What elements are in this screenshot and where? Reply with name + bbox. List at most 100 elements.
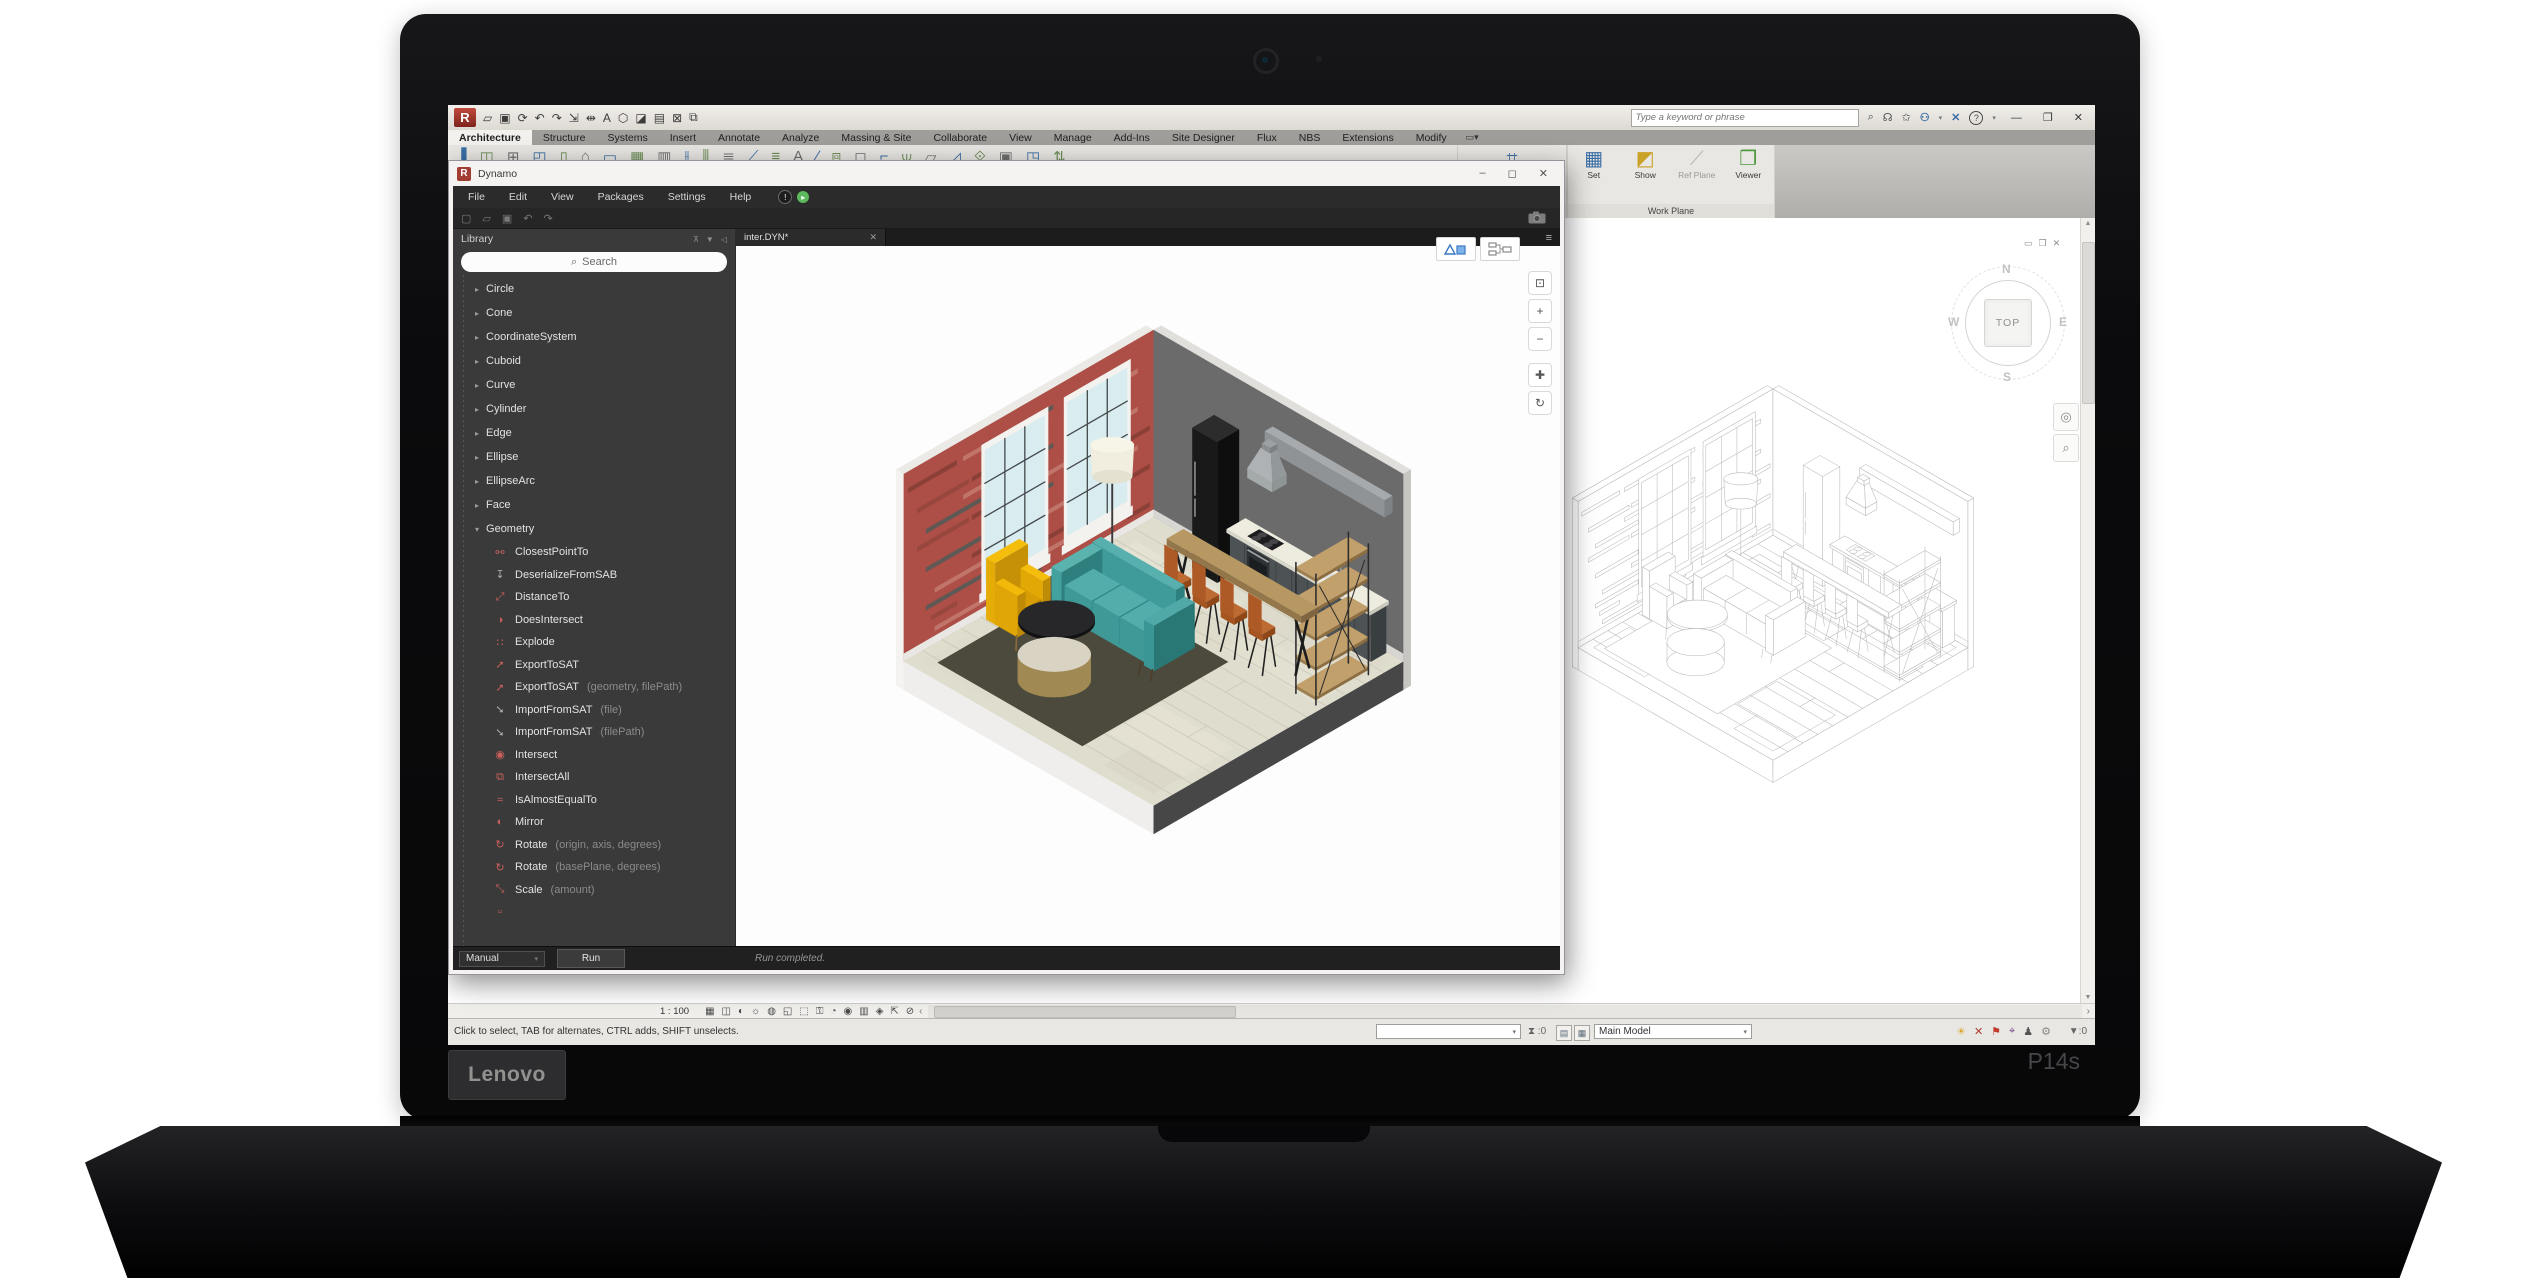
fit-view-button[interactable]: ⊡: [1528, 271, 1552, 295]
exchange-apps-icon[interactable]: ✕: [1951, 111, 1960, 124]
library-method-deserializefromsab[interactable]: ↧DeserializeFromSAB: [453, 564, 735, 587]
dynamo-canvas[interactable]: inter.DYN* ✕ ≡: [736, 229, 1560, 946]
export-image-camera-icon[interactable]: [1528, 211, 1546, 224]
graph-view-toggle[interactable]: [1480, 237, 1520, 261]
orbit-button[interactable]: ↻: [1528, 391, 1552, 415]
menu-view[interactable]: View: [540, 191, 585, 203]
scroll-up-icon[interactable]: ▲: [2081, 220, 2095, 227]
temporary-view-icon[interactable]: ◈: [876, 1006, 884, 1017]
ribbon-tab-analyze[interactable]: Analyze: [771, 130, 830, 145]
ribbon-state-icon[interactable]: ▭▾: [1466, 130, 1479, 145]
library-method-distanceto[interactable]: ⤢DistanceTo: [453, 586, 735, 609]
open-icon[interactable]: ▱: [483, 111, 492, 125]
crop-view-icon[interactable]: ◱: [783, 1006, 792, 1017]
library-method-mirror[interactable]: ◐Mirror: [453, 811, 735, 834]
workspace-tab[interactable]: inter.DYN* ✕: [736, 229, 886, 246]
ribbon-tab-structure[interactable]: Structure: [532, 130, 597, 145]
thin-lines-icon[interactable]: ▤: [654, 111, 665, 125]
library-category-ellipsearc[interactable]: ▸EllipseArc: [453, 469, 735, 493]
active-workset-icon[interactable]: ▤: [1556, 1025, 1572, 1041]
library-filter-icon[interactable]: ▼: [706, 235, 714, 244]
library-method-rotate[interactable]: ↻Rotate(origin, axis, degrees): [453, 834, 735, 857]
viewcube-top-face[interactable]: TOP: [1984, 299, 2032, 347]
render-icon[interactable]: ◍: [767, 1006, 776, 1017]
section-icon[interactable]: ◪: [635, 111, 646, 125]
steering-wheel-icon[interactable]: ◎: [2053, 403, 2079, 431]
menu-settings[interactable]: Settings: [657, 191, 717, 203]
dynamo-titlebar[interactable]: R Dynamo – ◻ ✕: [453, 161, 1560, 186]
menu-file[interactable]: File: [457, 191, 496, 203]
ribbon-tab-nbs[interactable]: NBS: [1288, 130, 1332, 145]
switch-windows-icon[interactable]: ⧉: [689, 110, 698, 125]
close-button[interactable]: ✕: [2068, 111, 2089, 124]
library-method-scale[interactable]: ⤡Scale(amount): [453, 879, 735, 902]
scroll-right-icon[interactable]: ›: [2082, 1006, 2095, 1017]
worksets-icon[interactable]: ☀: [1956, 1025, 1966, 1038]
restore-button[interactable]: ❐: [2037, 111, 2059, 124]
redo-icon[interactable]: ↷: [552, 111, 562, 125]
library-category-circle[interactable]: ▸Circle: [453, 277, 735, 301]
alert-icon[interactable]: !: [778, 190, 792, 204]
temporary-hide-icon[interactable]: ◔: [830, 1006, 836, 1017]
library-category-coordinatesystem[interactable]: ▸CoordinateSystem: [453, 325, 735, 349]
help-search-input[interactable]: [1631, 109, 1859, 127]
sign-in-caret-icon[interactable]: ▾: [1939, 114, 1943, 122]
ribbon-tab-annotate[interactable]: Annotate: [707, 130, 771, 145]
tab-menu-icon[interactable]: ≡: [1546, 232, 1552, 244]
run-mode-select[interactable]: Manual▾: [459, 951, 545, 967]
new-icon[interactable]: ▢: [461, 212, 471, 225]
open-icon[interactable]: ▱: [482, 212, 490, 225]
workplane-set-button[interactable]: ▦Set: [1571, 148, 1617, 180]
help-icon[interactable]: ?: [1969, 111, 1983, 125]
lock-view-icon[interactable]: ⚿: [816, 1006, 824, 1017]
library-category-cuboid[interactable]: ▸Cuboid: [453, 349, 735, 373]
library-method-doesintersect[interactable]: ◑DoesIntersect: [453, 609, 735, 632]
visual-style-icon[interactable]: ◫: [722, 1006, 731, 1017]
vertical-scroll-thumb[interactable]: [2082, 242, 2095, 404]
exclude-options-icon[interactable]: ⌖: [2009, 1025, 2015, 1038]
ribbon-tab-add-ins[interactable]: Add-Ins: [1103, 130, 1161, 145]
zoom-in-button[interactable]: +: [1528, 299, 1552, 323]
view-maximize-icon[interactable]: ❐: [2039, 238, 2047, 249]
library-category-cylinder[interactable]: ▸Cylinder: [453, 397, 735, 421]
minimize-button[interactable]: —: [2005, 112, 2028, 124]
detail-level-icon[interactable]: ▦: [705, 1006, 714, 1017]
tab-close-icon[interactable]: ✕: [869, 232, 877, 243]
ribbon-tab-extensions[interactable]: Extensions: [1331, 130, 1404, 145]
view-scale[interactable]: 1 : 100: [660, 1006, 689, 1017]
zoom-icon[interactable]: ⌕: [2053, 434, 2079, 462]
show-crop-icon[interactable]: ⬚: [799, 1006, 808, 1017]
library-method-exporttosat[interactable]: ➚ExportToSAT: [453, 654, 735, 677]
ribbon-tab-view[interactable]: View: [998, 130, 1043, 145]
workplane-show-button[interactable]: ◩Show: [1622, 148, 1668, 180]
view-restore-icon[interactable]: ▭: [2024, 238, 2033, 249]
library-method-exporttosat[interactable]: ➚ExportToSAT(geometry, filePath): [453, 676, 735, 699]
dynamo-maximize-button[interactable]: ◻: [1508, 167, 1517, 180]
revit-menu-icon[interactable]: R: [454, 108, 476, 127]
geometry-view-toggle[interactable]: [1436, 237, 1476, 261]
communication-center-icon[interactable]: ☊: [1883, 111, 1893, 124]
sun-path-icon[interactable]: ◐: [738, 1006, 744, 1017]
vertical-scrollbar[interactable]: ▲ ▼: [2080, 218, 2095, 1003]
library-dock-icon[interactable]: ⊼: [693, 235, 699, 244]
undo-icon[interactable]: ↶: [523, 212, 532, 225]
library-category-face[interactable]: ▸Face: [453, 493, 735, 517]
main-model-select[interactable]: Main Model▾: [1594, 1024, 1752, 1039]
background-processes-icon[interactable]: ⚙: [2041, 1025, 2051, 1038]
text-icon[interactable]: A: [603, 111, 611, 125]
ribbon-tab-massing-site[interactable]: Massing & Site: [830, 130, 922, 145]
close-inactive-icon[interactable]: ⊠: [672, 111, 682, 125]
reveal-hidden-icon[interactable]: ◉: [844, 1006, 853, 1017]
constraints-icon[interactable]: ⊘: [906, 1006, 914, 1017]
library-method-rotate[interactable]: ↻Rotate(basePlane, degrees): [453, 856, 735, 879]
samples-icon[interactable]: ▸: [797, 191, 809, 203]
library-method-closestpointto[interactable]: ⚯ClosestPointTo: [453, 541, 735, 564]
library-method-explode[interactable]: ∷Explode: [453, 631, 735, 654]
library-category-edge[interactable]: ▸Edge: [453, 421, 735, 445]
library-method-intersect[interactable]: ◉Intersect: [453, 744, 735, 767]
ribbon-tab-flux[interactable]: Flux: [1246, 130, 1288, 145]
search-icon[interactable]: ⌕: [1868, 111, 1874, 124]
dynamo-close-button[interactable]: ✕: [1539, 167, 1548, 180]
compass-north[interactable]: N: [2002, 262, 2011, 276]
menu-help[interactable]: Help: [719, 191, 763, 203]
